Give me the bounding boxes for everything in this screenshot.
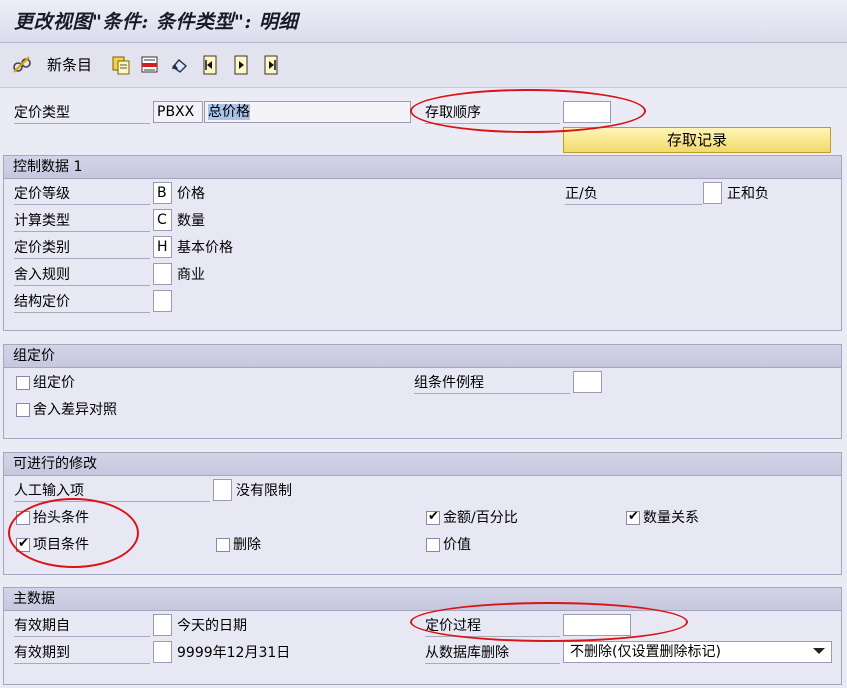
valid-from-text: 今天的日期 bbox=[177, 618, 247, 634]
next-page-icon[interactable] bbox=[231, 55, 251, 75]
last-page-icon[interactable] bbox=[261, 55, 281, 75]
pricing-type-name-text: 总价格 bbox=[208, 104, 250, 120]
sign-label: 正/负 bbox=[565, 184, 702, 205]
header-condition-label: 抬头条件 bbox=[33, 510, 89, 526]
rounding-rule-text: 商业 bbox=[177, 267, 205, 283]
calc-type-label: 计算类型 bbox=[14, 211, 150, 232]
edit-glasses-icon[interactable] bbox=[12, 55, 32, 75]
manual-entry-label: 人工输入项 bbox=[14, 481, 210, 502]
first-page-icon[interactable] bbox=[200, 55, 220, 75]
quantity-relation-label: 数量关系 bbox=[643, 510, 699, 526]
rounding-rule-label: 舍入规则 bbox=[14, 265, 150, 286]
structure-pricing-label: 结构定价 bbox=[14, 292, 150, 313]
application-toolbar: 新条目 bbox=[0, 43, 847, 88]
rounding-rule-field[interactable] bbox=[153, 263, 172, 285]
valid-from-label: 有效期自 bbox=[14, 616, 150, 637]
group-pricing-title: 组定价 bbox=[4, 345, 841, 368]
access-sequence-field[interactable] bbox=[563, 101, 611, 123]
new-entries-button[interactable]: 新条目 bbox=[47, 55, 92, 75]
manual-entry-field[interactable] bbox=[213, 479, 232, 501]
header-condition-checkbox[interactable] bbox=[16, 511, 30, 525]
delete-from-db-value: 不删除(仅设置删除标记) bbox=[570, 644, 721, 660]
calc-type-text: 数量 bbox=[177, 213, 205, 229]
rounding-diff-checkbox[interactable] bbox=[16, 403, 30, 417]
sign-text: 正和负 bbox=[727, 186, 769, 202]
pricing-procedure-field[interactable] bbox=[563, 614, 631, 636]
pricing-level-field[interactable]: B bbox=[153, 182, 172, 204]
structure-pricing-field[interactable] bbox=[153, 290, 172, 312]
item-condition-label: 项目条件 bbox=[33, 537, 89, 553]
amount-percent-label: 金额/百分比 bbox=[443, 510, 518, 526]
copy-icon[interactable] bbox=[111, 55, 131, 75]
manual-entry-text: 没有限制 bbox=[236, 483, 292, 499]
group-pricing-checkbox[interactable] bbox=[16, 376, 30, 390]
delete-label: 删除 bbox=[233, 537, 261, 553]
delete-from-db-dropdown[interactable]: 不删除(仅设置删除标记) bbox=[563, 641, 832, 663]
pricing-category-label: 定价类别 bbox=[14, 238, 150, 259]
master-data-title: 主数据 bbox=[4, 588, 841, 611]
pricing-level-label: 定价等级 bbox=[14, 184, 150, 205]
delete-from-db-label: 从数据库删除 bbox=[425, 643, 560, 664]
pricing-type-label: 定价类型 bbox=[14, 103, 150, 124]
group-pricing-checkbox-label: 组定价 bbox=[33, 375, 75, 391]
pricing-type-code-field: PBXX bbox=[153, 101, 203, 123]
group-routine-label: 组条件例程 bbox=[414, 373, 570, 394]
pricing-category-text: 基本价格 bbox=[177, 240, 233, 256]
allowed-changes-title: 可进行的修改 bbox=[4, 453, 841, 476]
access-sequence-label: 存取顺序 bbox=[425, 103, 560, 124]
item-condition-checkbox[interactable] bbox=[16, 536, 30, 552]
calc-type-field[interactable]: C bbox=[153, 209, 172, 231]
allowed-changes-group: 可进行的修改 bbox=[3, 452, 842, 575]
pricing-type-name-field: 总价格 bbox=[204, 101, 411, 123]
valid-to-field[interactable] bbox=[153, 641, 172, 663]
pricing-level-text: 价格 bbox=[177, 186, 205, 202]
valid-to-text: 9999年12月31日 bbox=[177, 645, 291, 661]
amount-percent-checkbox[interactable] bbox=[426, 509, 440, 525]
group-routine-field[interactable] bbox=[573, 371, 602, 393]
chevron-down-icon bbox=[813, 648, 825, 654]
undo-icon[interactable] bbox=[170, 55, 190, 75]
access-record-button[interactable]: 存取记录 bbox=[563, 127, 831, 153]
delete-checkbox[interactable] bbox=[216, 538, 230, 552]
valid-from-field[interactable] bbox=[153, 614, 172, 636]
rounding-diff-checkbox-label: 舍入差异对照 bbox=[33, 402, 117, 418]
value-checkbox[interactable] bbox=[426, 538, 440, 552]
delete-icon[interactable] bbox=[140, 55, 160, 75]
sign-field[interactable] bbox=[703, 182, 722, 204]
pricing-procedure-label: 定价过程 bbox=[425, 616, 560, 637]
control-data-title: 控制数据 1 bbox=[4, 156, 841, 179]
pricing-category-field[interactable]: H bbox=[153, 236, 172, 258]
quantity-relation-checkbox[interactable] bbox=[626, 509, 640, 525]
valid-to-label: 有效期到 bbox=[14, 643, 150, 664]
value-label: 价值 bbox=[443, 537, 471, 553]
title-bar: 更改视图"条件: 条件类型": 明细 bbox=[0, 0, 847, 43]
window-title: 更改视图"条件: 条件类型": 明细 bbox=[14, 11, 299, 33]
